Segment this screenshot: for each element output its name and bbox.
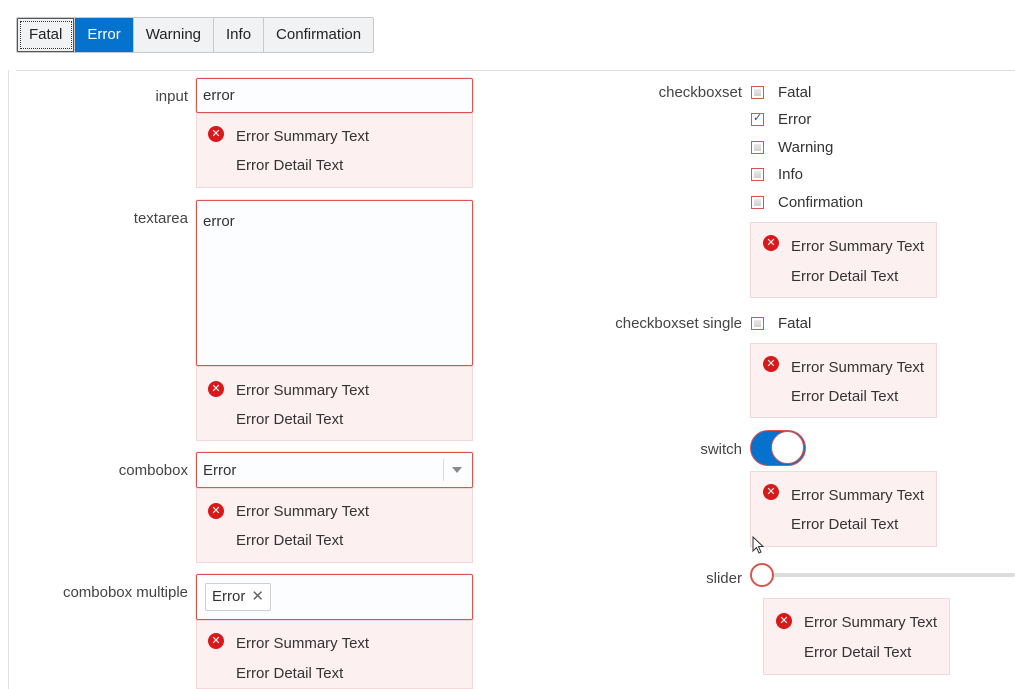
error-detail: Error Detail Text xyxy=(236,157,344,174)
error-icon: ✕ xyxy=(208,126,224,142)
checkbox-error-label: Error xyxy=(778,111,812,128)
checkboxset-label: checkboxset xyxy=(658,84,742,101)
input-label: input xyxy=(155,88,188,105)
checkboxset-single-label: checkboxset single xyxy=(615,315,742,332)
tab-warning[interactable]: Warning xyxy=(133,18,215,52)
textarea-label: textarea xyxy=(133,210,188,227)
slider-thumb[interactable] xyxy=(750,563,774,587)
header-divider xyxy=(16,70,1015,71)
input-error-message: ✕ Error Summary Text Error Detail Text xyxy=(196,113,473,188)
error-icon: ✕ xyxy=(776,613,792,629)
slider-track[interactable] xyxy=(762,573,1015,577)
switch-toggle[interactable] xyxy=(750,430,806,466)
error-icon: ✕ xyxy=(763,235,779,251)
checkboxset-error-message: ✕ Error Summary Text Error Detail Text xyxy=(750,222,937,298)
error-icon: ✕ xyxy=(208,633,224,649)
chip-label: Error xyxy=(212,588,246,605)
checkbox-error[interactable]: ✓ xyxy=(751,112,764,126)
error-detail: Error Detail Text xyxy=(804,644,912,661)
error-icon: ✕ xyxy=(208,503,224,519)
checkbox-confirmation[interactable] xyxy=(751,196,764,209)
checkbox-confirmation-label: Confirmation xyxy=(778,194,864,211)
checkbox-info[interactable] xyxy=(751,168,764,181)
error-summary: Error Summary Text xyxy=(236,128,370,145)
error-detail: Error Detail Text xyxy=(791,388,899,405)
checkbox-warning[interactable] xyxy=(751,141,764,154)
error-summary: Error Summary Text xyxy=(791,487,925,504)
tab-error[interactable]: Error xyxy=(75,18,134,52)
checkbox-fatal[interactable] xyxy=(751,86,764,99)
switch-label: switch xyxy=(700,441,742,458)
error-summary: Error Summary Text xyxy=(791,238,925,255)
switch-knob xyxy=(771,431,804,464)
selected-chip: Error ✕ xyxy=(205,583,271,611)
checkbox-info-label: Info xyxy=(778,166,804,183)
error-summary: Error Summary Text xyxy=(236,382,370,399)
tab-info[interactable]: Info xyxy=(214,18,265,52)
checkbox-single-fatal-label: Fatal xyxy=(778,315,812,332)
input-value: error xyxy=(203,87,235,104)
checkbox-warning-label: Warning xyxy=(778,139,834,156)
error-detail: Error Detail Text xyxy=(236,665,344,682)
textarea-error-message: ✕ Error Summary Text Error Detail Text xyxy=(196,366,473,441)
combobox-label: combobox xyxy=(118,462,188,479)
slider-error-message: ✕ Error Summary Text Error Detail Text xyxy=(763,598,950,675)
slider-label: slider xyxy=(706,570,742,587)
tab-fatal[interactable]: Fatal xyxy=(17,18,76,52)
error-icon: ✕ xyxy=(208,381,224,397)
severity-tabs: Fatal Error Warning Info Confirmation xyxy=(16,17,375,53)
combobox-multiple-field[interactable]: Error ✕ xyxy=(196,574,473,620)
textarea-value: error xyxy=(203,213,235,230)
checkbox-fatal-label: Fatal xyxy=(778,84,812,101)
switch-error-message: ✕ Error Summary Text Error Detail Text xyxy=(750,471,937,547)
error-icon: ✕ xyxy=(763,356,779,372)
combobox-multiple-error-message: ✕ Error Summary Text Error Detail Text xyxy=(196,620,473,689)
mouse-cursor-icon xyxy=(752,536,765,554)
chip-remove-icon[interactable]: ✕ xyxy=(251,588,264,605)
error-icon: ✕ xyxy=(763,484,779,500)
tab-confirmation[interactable]: Confirmation xyxy=(264,18,374,52)
combobox-value: Error xyxy=(203,462,237,479)
left-border xyxy=(8,70,9,689)
chevron-down-icon[interactable] xyxy=(452,467,462,473)
input-field[interactable]: error xyxy=(196,78,473,113)
error-detail: Error Detail Text xyxy=(791,268,899,285)
error-summary: Error Summary Text xyxy=(236,503,370,520)
combobox-error-message: ✕ Error Summary Text Error Detail Text xyxy=(196,488,473,563)
error-summary: Error Summary Text xyxy=(804,614,938,631)
combobox-field[interactable]: Error xyxy=(196,452,473,488)
error-summary: Error Summary Text xyxy=(236,635,370,652)
error-summary: Error Summary Text xyxy=(791,359,925,376)
combobox-multiple-label: combobox multiple xyxy=(62,584,188,601)
error-detail: Error Detail Text xyxy=(236,532,344,549)
error-detail: Error Detail Text xyxy=(791,516,899,533)
dropdown-separator xyxy=(443,459,444,481)
textarea-field[interactable]: error xyxy=(196,200,473,366)
error-detail: Error Detail Text xyxy=(236,411,344,428)
checkbox-single-fatal[interactable] xyxy=(751,317,764,330)
checkboxset-single-error-message: ✕ Error Summary Text Error Detail Text xyxy=(750,343,937,418)
